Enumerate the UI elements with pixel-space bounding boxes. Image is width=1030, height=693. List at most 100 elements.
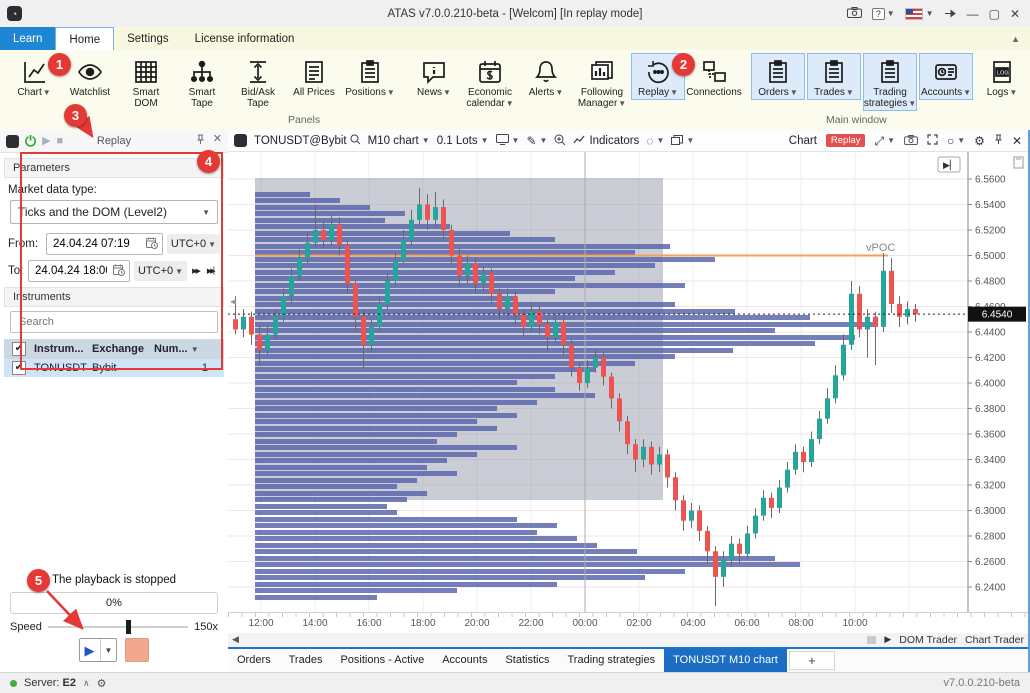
- ribbon-button-alerts[interactable]: Alerts▼: [519, 53, 573, 100]
- tab-home[interactable]: Home: [55, 27, 114, 50]
- bottom-tab-statistics[interactable]: Statistics: [496, 649, 558, 672]
- fullscreen-icon[interactable]: [927, 134, 938, 147]
- calendar-clock-icon[interactable]: [146, 237, 158, 252]
- volume-profile-bar: [255, 478, 417, 483]
- timeframe-selector[interactable]: M10 chart▼: [368, 135, 430, 147]
- ribbon-button-bid-ask-tape[interactable]: Bid/Ask Tape: [231, 53, 285, 111]
- play-icon[interactable]: ▶: [80, 644, 100, 657]
- from-row: From: UTC+0▼: [8, 233, 220, 255]
- close-button[interactable]: ✕: [1010, 8, 1020, 20]
- screenshot-camera-icon[interactable]: [847, 7, 862, 20]
- ribbon-button-news[interactable]: News▼: [407, 53, 461, 100]
- play-options-caret-icon[interactable]: ▼: [100, 639, 117, 661]
- language-menu[interactable]: ▼: [905, 8, 934, 20]
- playback-progress-bar[interactable]: 0%: [10, 592, 218, 614]
- search-icon[interactable]: [350, 134, 361, 147]
- ribbon-button-trading-strategies[interactable]: Trading strategies▼: [863, 53, 917, 111]
- to-date-field[interactable]: [28, 260, 130, 282]
- ribbon-button-positions[interactable]: Positions▼: [343, 53, 397, 100]
- instrument-search-input[interactable]: [17, 315, 211, 329]
- bottom-tab-orders[interactable]: Orders: [228, 649, 280, 672]
- instrument-row-tonusdt[interactable]: ✔ TONUSDT Bybit 1: [4, 359, 224, 377]
- step-forward-icon[interactable]: ▶▶: [191, 265, 202, 277]
- from-date-input[interactable]: [51, 237, 139, 251]
- ribbon-button-logs[interactable]: LOGLogs▼: [975, 53, 1029, 100]
- volume-profile-bar: [255, 270, 615, 275]
- camera-icon[interactable]: [904, 135, 918, 147]
- volume-profile-bar: [255, 374, 555, 379]
- bottom-tab-positions-active[interactable]: Positions - Active: [331, 649, 433, 672]
- calendar-clock-icon[interactable]: [113, 264, 125, 279]
- close-panel-icon[interactable]: ✕: [1012, 135, 1022, 147]
- indicators-button[interactable]: Indicators: [573, 135, 639, 147]
- chart-trader-button[interactable]: Chart Trader: [965, 634, 1024, 646]
- scroll-thumb[interactable]: [867, 636, 876, 644]
- scroll-left-icon[interactable]: ◀: [232, 634, 239, 645]
- add-tab-button[interactable]: +: [789, 651, 835, 670]
- bottom-tab-accounts[interactable]: Accounts: [433, 649, 496, 672]
- tab-learn[interactable]: Learn: [0, 27, 55, 50]
- ribbon-button-orders[interactable]: Orders▼: [751, 53, 805, 100]
- chart-scrollbar[interactable]: ◀ ▶ DOM Trader Chart Trader: [228, 633, 1028, 647]
- candle-body: [697, 511, 702, 531]
- market-data-type-select[interactable]: Ticks and the DOM (Level2) ▼: [10, 200, 218, 224]
- chart-plot[interactable]: vPOC6.56006.54006.52006.50006.48006.4600…: [228, 152, 1028, 612]
- pin-window-icon[interactable]: [944, 8, 957, 20]
- ribbon-button-smart-tape[interactable]: Smart Tape: [175, 53, 229, 111]
- ribbon-button-smart-dom[interactable]: Smart DOM: [119, 53, 173, 111]
- ribbon-button-economic-calendar[interactable]: Economic calendar▼: [463, 53, 517, 111]
- ribbon-button-following-manager[interactable]: Following Manager▼: [575, 53, 629, 111]
- instrument-search-field[interactable]: [10, 311, 218, 333]
- ribbon-button-trades[interactable]: Trades▼: [807, 53, 861, 100]
- window-layout[interactable]: ▼: [671, 135, 694, 147]
- tab-license-information[interactable]: License information: [182, 27, 308, 50]
- to-utc-select[interactable]: UTC+0▼: [134, 261, 187, 281]
- from-date-field[interactable]: [46, 233, 163, 255]
- minimize-button[interactable]: —: [967, 8, 979, 20]
- bottom-tab-trading-strategies[interactable]: Trading strategies: [558, 649, 664, 672]
- scale-mode[interactable]: ⤢▼: [874, 135, 895, 147]
- speed-slider[interactable]: [48, 626, 188, 628]
- help-menu[interactable]: ?▼: [872, 8, 895, 20]
- ribbon-button-chart[interactable]: Chart▼1: [7, 53, 61, 100]
- ribbon-button-accounts[interactable]: Accounts▼: [919, 53, 973, 100]
- dom-trader-toggle[interactable]: ▼: [496, 134, 520, 147]
- scroll-right-icon[interactable]: ▶: [884, 634, 891, 645]
- bottom-tab-trades[interactable]: Trades: [280, 649, 332, 672]
- chevron-down-icon: ▼: [202, 208, 210, 217]
- select-all-checkbox[interactable]: ✔: [12, 342, 26, 356]
- instruments-table-header[interactable]: ✔ Instrum... Exchange Num... ▼: [4, 339, 224, 359]
- pin-panel-icon[interactable]: [994, 134, 1003, 147]
- zoom-in-icon[interactable]: [554, 134, 566, 148]
- drawing-tools[interactable]: ✎▼: [526, 135, 547, 147]
- ribbon-button-all-prices[interactable]: All Prices: [287, 53, 341, 100]
- bottom-tab-active-tonusdt-m10-chart[interactable]: TONUSDT M10 chart: [664, 649, 787, 672]
- volume-profile-bar: [255, 419, 477, 424]
- time-axis[interactable]: 12:0014:0016:0018:0020:0022:0000:0002:00…: [228, 612, 1028, 633]
- stop-button[interactable]: [125, 638, 149, 662]
- speed-slider-handle[interactable]: [126, 620, 131, 634]
- close-panel-icon[interactable]: ✕: [213, 134, 222, 148]
- pin-panel-icon[interactable]: [196, 134, 205, 148]
- tab-settings[interactable]: Settings: [114, 27, 182, 50]
- ribbon-button-watchlist[interactable]: Watchlist: [63, 53, 117, 100]
- ribbon-collapse-chevron-icon[interactable]: ▲: [1011, 27, 1030, 50]
- symbol-selector[interactable]: TONUSDT@Bybit: [254, 134, 361, 147]
- scroll-left-hint-icon[interactable]: ◀: [230, 297, 237, 306]
- play-button-combo[interactable]: ▶ ▼: [79, 638, 118, 662]
- skip-to-end-icon[interactable]: ▶▶▏: [206, 265, 220, 277]
- lots-selector[interactable]: 0.1 Lots▼: [437, 135, 489, 147]
- clusters-mode[interactable]: ◌▼: [646, 135, 664, 147]
- ribbon-button-connections[interactable]: Connections: [687, 53, 741, 100]
- row-checkbox[interactable]: ✔: [12, 361, 26, 375]
- chart-style[interactable]: ○▼: [947, 135, 965, 147]
- maximize-button[interactable]: ▢: [989, 8, 1000, 20]
- server-collapse-icon[interactable]: ∧: [83, 678, 90, 689]
- dom-trader-button[interactable]: DOM Trader: [899, 634, 957, 646]
- network-icon: [701, 57, 727, 87]
- gear-icon[interactable]: ⚙: [974, 135, 985, 147]
- ribbon-button-replay[interactable]: Replay▼2: [631, 53, 685, 100]
- settings-gear-icon[interactable]: ⚙: [97, 677, 107, 690]
- from-utc-select[interactable]: UTC+0▼: [167, 234, 220, 254]
- to-date-input[interactable]: [33, 264, 109, 278]
